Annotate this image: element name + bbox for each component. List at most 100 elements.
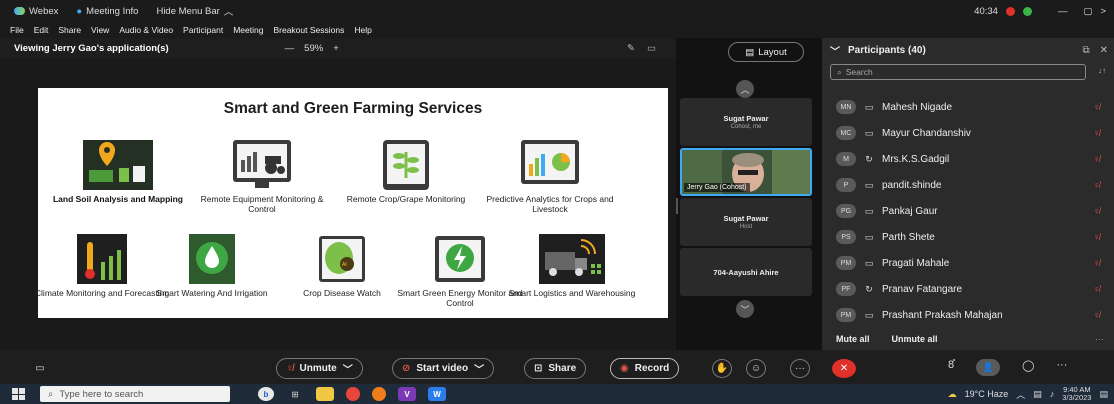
webex-taskbar-icon[interactable]: W bbox=[428, 387, 446, 401]
start-video-label: Start video bbox=[416, 363, 469, 374]
pop-out-icon[interactable]: ▭ bbox=[647, 43, 656, 54]
tile-name: Jerry Gao (Cohost) bbox=[684, 183, 750, 192]
participant-row[interactable]: MN ▭ Mahesh Nigade ♀̸ bbox=[822, 94, 1114, 120]
participant-row[interactable]: PM ▭ Prashant Prakash Mahajan ♀̸ bbox=[822, 302, 1114, 328]
menu-file[interactable]: File bbox=[10, 25, 24, 35]
muted-mic-icon[interactable]: ♀̸ bbox=[1093, 284, 1100, 294]
menu-edit[interactable]: Edit bbox=[34, 25, 49, 35]
shared-content-area: Smart and Green Farming Services Land So… bbox=[0, 58, 676, 350]
participant-row[interactable]: P ▭ pandit.shinde ♀̸ bbox=[822, 172, 1114, 198]
task-view-icon[interactable]: ⊞ bbox=[286, 387, 304, 401]
service-label: Remote Equipment Monitoring & Control bbox=[200, 194, 324, 214]
participant-row[interactable]: PF ↻ Pranav Fatangare ♀̸ bbox=[822, 276, 1114, 302]
zoom-out-button[interactable]: — bbox=[285, 43, 295, 54]
reactions-icon[interactable]: ☺ bbox=[746, 359, 766, 378]
unmute-all-button[interactable]: Unmute all bbox=[892, 334, 938, 344]
resize-handle[interactable] bbox=[676, 198, 678, 214]
participant-row[interactable]: MC ▭ Mayur Chandanshiv ♀̸ bbox=[822, 120, 1114, 146]
menu-breakout-sessions[interactable]: Breakout Sessions bbox=[273, 25, 344, 35]
restore-window-button[interactable]: ▢ bbox=[1083, 6, 1092, 17]
scroll-down-button[interactable]: ﹀ bbox=[736, 300, 754, 318]
unmute-button[interactable]: ♀̸ Unmute ﹀ bbox=[276, 358, 363, 379]
zoom-in-button[interactable]: + bbox=[333, 43, 339, 54]
participants-panel-icon[interactable]: 👤 bbox=[976, 359, 1001, 376]
chat-icon[interactable]: ◯ bbox=[1022, 359, 1034, 376]
mute-all-button[interactable]: Mute all bbox=[836, 334, 870, 344]
avatar: PM bbox=[836, 308, 856, 322]
participant-row[interactable]: PM ▭ Pragati Mahale ♀̸ bbox=[822, 250, 1114, 276]
video-tile[interactable]: 704-Aayushi Ahire bbox=[680, 248, 812, 296]
taskbar-search-input[interactable]: ⌕ Type here to search bbox=[40, 386, 230, 402]
viewing-label: Viewing Jerry Gao's application(s) bbox=[14, 42, 169, 54]
tray-chevron-up-icon[interactable]: ︿ bbox=[1016, 388, 1025, 401]
layout-button[interactable]: ▤ Layout bbox=[728, 42, 804, 62]
chrome-icon[interactable] bbox=[346, 387, 360, 401]
captions-icon[interactable]: ▭ bbox=[30, 359, 50, 378]
map-pin-icon bbox=[83, 140, 153, 190]
chevron-down-icon[interactable]: ﹀ bbox=[474, 361, 484, 376]
hide-menu-bar-button[interactable]: Hide Menu Bar ︿ bbox=[156, 4, 233, 19]
participant-name: pandit.shinde bbox=[882, 179, 942, 191]
menu-meeting[interactable]: Meeting bbox=[233, 25, 263, 35]
service-remote-equipment: Remote Equipment Monitoring & Control bbox=[192, 140, 332, 214]
muted-mic-icon[interactable]: ♀̸ bbox=[1093, 310, 1100, 320]
participant-name: Mrs.K.S.Gadgil bbox=[882, 153, 950, 165]
avatar: PM bbox=[836, 256, 856, 270]
video-tile[interactable]: Sugat Pawar Host bbox=[680, 198, 812, 246]
muted-mic-icon[interactable]: ♀̸ bbox=[1093, 102, 1100, 112]
raise-hand-icon[interactable]: ✋ bbox=[712, 359, 732, 378]
participants-toggle-icon[interactable]: 8̊ bbox=[948, 359, 954, 376]
record-button[interactable]: ◉ Record bbox=[610, 358, 680, 379]
menu-share[interactable]: Share bbox=[58, 25, 81, 35]
meeting-control-bar: ▭ ♀̸ Unmute ﹀ ⊘ Start video ﹀ ⊡ Share ◉ … bbox=[0, 350, 1114, 384]
annotate-icon[interactable]: ✎ bbox=[627, 43, 635, 54]
video-tile-active[interactable]: Jerry Gao (Cohost) bbox=[680, 148, 812, 196]
start-video-button[interactable]: ⊘ Start video ﹀ bbox=[392, 358, 495, 379]
service-land-soil: Land Soil Analysis and Mapping bbox=[48, 140, 188, 204]
menu-help[interactable]: Help bbox=[354, 25, 371, 35]
clock[interactable]: 9:40 AM 3/3/2023 bbox=[1062, 386, 1091, 402]
search-icon: ⌕ bbox=[48, 388, 54, 400]
search-placeholder: Search bbox=[845, 67, 873, 77]
thermometer-icon bbox=[67, 234, 137, 284]
firefox-icon[interactable] bbox=[372, 387, 386, 401]
participant-row[interactable]: M ↻ Mrs.K.S.Gadgil ♀̸ bbox=[822, 146, 1114, 172]
muted-mic-icon[interactable]: ♀̸ bbox=[1093, 232, 1100, 242]
network-icon[interactable]: ▤ bbox=[1033, 389, 1042, 400]
meeting-info-button[interactable]: ● Meeting Info bbox=[76, 6, 138, 17]
muted-mic-icon[interactable]: ♀̸ bbox=[1093, 258, 1100, 268]
participant-search-input[interactable]: ⌕ Search bbox=[830, 64, 1086, 80]
webex-app-menu[interactable]: Webex bbox=[14, 6, 58, 17]
sort-icon[interactable]: ↓↑ bbox=[1098, 66, 1106, 75]
notification-icon[interactable]: ▤ bbox=[1099, 389, 1108, 400]
file-explorer-icon[interactable] bbox=[316, 387, 334, 401]
participant-row[interactable]: PS ▭ Parth Shete ♀̸ bbox=[822, 224, 1114, 250]
pop-out-panel-icon[interactable]: ⧉ bbox=[1082, 45, 1089, 56]
participant-row[interactable]: PG ▭ Pankaj Gaur ♀̸ bbox=[822, 198, 1114, 224]
chevron-down-icon[interactable]: ﹀ bbox=[343, 361, 353, 376]
weather-text[interactable]: 19°C Haze bbox=[965, 389, 1009, 399]
visual-studio-icon[interactable]: V bbox=[398, 387, 416, 401]
muted-mic-icon[interactable]: ♀̸ bbox=[1093, 128, 1100, 138]
muted-mic-icon[interactable]: ♀̸ bbox=[1093, 180, 1100, 190]
more-options-icon[interactable]: ··· bbox=[790, 359, 810, 378]
more-options-icon[interactable]: ··· bbox=[1095, 334, 1104, 344]
menu-audio-video[interactable]: Audio & Video bbox=[119, 25, 173, 35]
video-tile[interactable]: Sugat Pawar Cohost, me bbox=[680, 98, 812, 146]
close-panel-icon[interactable]: ✕ bbox=[1100, 45, 1108, 56]
muted-mic-icon[interactable]: ♀̸ bbox=[1093, 206, 1100, 216]
menu-view[interactable]: View bbox=[91, 25, 109, 35]
collapse-icon[interactable]: ﹀ bbox=[830, 43, 840, 58]
share-button[interactable]: ⊡ Share bbox=[524, 358, 587, 379]
menu-participant[interactable]: Participant bbox=[183, 25, 223, 35]
more-panels-icon[interactable]: ··· bbox=[1056, 359, 1067, 376]
muted-mic-icon[interactable]: ♀̸ bbox=[1093, 154, 1100, 164]
minimize-window-button[interactable]: — bbox=[1058, 6, 1068, 17]
windows-start-icon[interactable] bbox=[12, 388, 26, 400]
volume-icon[interactable]: ♪ bbox=[1050, 389, 1055, 399]
scroll-up-button[interactable]: ︿ bbox=[736, 80, 754, 98]
end-call-icon[interactable]: ✕ bbox=[832, 359, 856, 378]
bing-icon[interactable]: b bbox=[258, 387, 274, 401]
close-window-button[interactable]: > bbox=[1100, 6, 1106, 17]
taskbar-search-placeholder: Type here to search bbox=[59, 388, 144, 400]
